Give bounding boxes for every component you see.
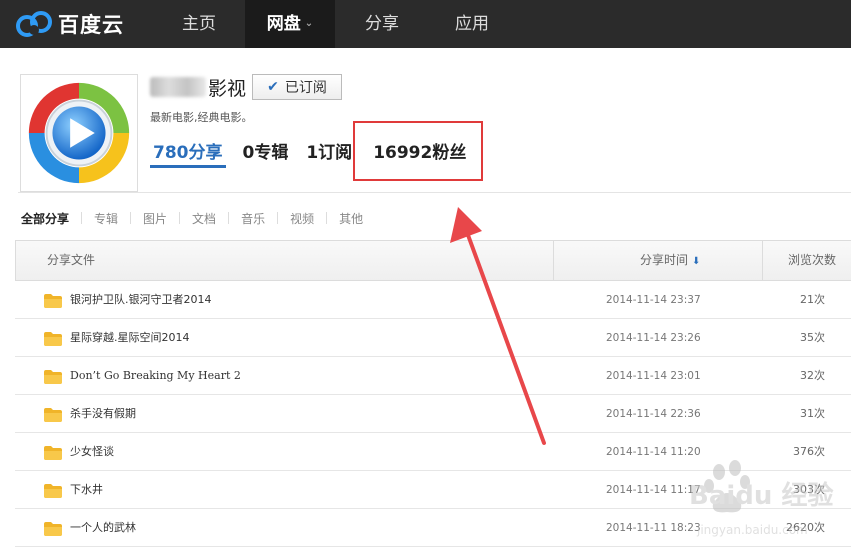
chevron-down-icon: ⌄ — [304, 18, 314, 29]
shared-files-table: 分享文件 分享时间 ⬇ 浏览次数 银河护卫队.银河守卫者2014 2014-11-1… — [15, 240, 851, 547]
blurred-username — [150, 77, 206, 97]
profile-name-suffix: 影视 — [208, 77, 247, 100]
highlight-box — [353, 121, 483, 181]
nav-home[interactable]: 主页 — [154, 0, 244, 48]
view-count: 32次 — [800, 369, 825, 382]
folder-icon — [44, 408, 62, 422]
profile-bio: 最新电影,经典电影。 — [150, 111, 253, 124]
red-arrow-annotation — [450, 207, 546, 445]
view-count: 376次 — [793, 445, 825, 458]
filter-tab-all[interactable]: 全部分享 — [21, 210, 69, 227]
file-name-link[interactable]: 下水井 — [70, 471, 103, 509]
filter-tab-other[interactable]: 其他 — [339, 210, 363, 227]
cloud-logo-icon — [16, 11, 52, 37]
file-name-link[interactable]: 星际穿越.星际空间2014 — [70, 319, 190, 357]
stat-shares[interactable]: 780分享 — [150, 134, 226, 168]
nav-netdisk-label: 网盘 — [266, 14, 301, 34]
baidu-cloud-logo[interactable]: 百度云 — [14, 8, 124, 40]
file-name-link[interactable]: 少女怪谈 — [70, 433, 114, 471]
folder-icon — [44, 332, 62, 346]
table-row[interactable]: 少女怪谈 2014-11-14 11:20 376次 — [15, 433, 851, 471]
filter-tab-albums[interactable]: 专辑 — [94, 210, 118, 227]
column-divider — [762, 241, 763, 280]
share-time: 2014-11-14 11:17 — [606, 484, 701, 496]
file-name-link[interactable]: Don’t Go Breaking My Heart 2 — [70, 357, 241, 395]
tab-divider — [326, 212, 328, 224]
folder-icon — [44, 446, 62, 460]
media-player-logo-icon — [28, 82, 130, 184]
tab-divider — [228, 212, 230, 224]
profile-name: 影视 — [150, 74, 246, 100]
view-count: 21次 — [800, 293, 825, 306]
nav-apps[interactable]: 应用 — [427, 0, 517, 48]
folder-icon — [44, 370, 62, 384]
file-name-link[interactable]: 杀手没有假期 — [70, 395, 136, 433]
folder-icon — [44, 522, 62, 536]
filter-tab-videos[interactable]: 视频 — [290, 210, 314, 227]
table-row[interactable]: Don’t Go Breaking My Heart 2 2014-11-14 2… — [15, 357, 851, 395]
sort-down-icon: ⬇ — [692, 256, 701, 267]
share-time: 2014-11-14 22:36 — [606, 408, 701, 420]
table-row[interactable]: 一个人的武林 2014-11-11 18:23 2620次 — [15, 509, 851, 547]
share-time: 2014-11-11 18:23 — [606, 522, 701, 534]
avatar[interactable] — [20, 74, 138, 192]
view-count: 31次 — [800, 407, 825, 420]
table-body: 银河护卫队.银河守卫者2014 2014-11-14 23:37 21次星际穿越.星… — [15, 281, 851, 547]
folder-icon — [44, 484, 62, 498]
tab-divider — [81, 212, 83, 224]
profile-divider — [18, 192, 851, 193]
filter-tab-documents[interactable]: 文档 — [192, 210, 216, 227]
share-time: 2014-11-14 23:01 — [606, 370, 701, 382]
subscribed-label: 已订阅 — [284, 80, 327, 96]
header-file[interactable]: 分享文件 — [47, 241, 95, 280]
share-time: 2014-11-14 23:26 — [606, 332, 701, 344]
stat-albums[interactable]: 0专辑 — [240, 134, 292, 168]
view-count: 303次 — [793, 483, 825, 496]
table-header: 分享文件 分享时间 ⬇ 浏览次数 — [15, 240, 851, 281]
folder-icon — [44, 294, 62, 308]
nav-share[interactable]: 分享 — [337, 0, 427, 48]
tab-divider — [277, 212, 279, 224]
filter-tab-music[interactable]: 音乐 — [241, 210, 265, 227]
header-time-label: 分享时间 — [640, 253, 689, 267]
header-views[interactable]: 浏览次数 — [788, 241, 836, 280]
tab-divider — [179, 212, 181, 224]
file-name-link[interactable]: 一个人的武林 — [70, 509, 136, 547]
share-time: 2014-11-14 11:20 — [606, 446, 701, 458]
logo-text: 百度云 — [58, 13, 124, 37]
nav-home-label: 主页 — [182, 14, 216, 34]
nav-netdisk[interactable]: 网盘 ⌄ — [245, 0, 335, 48]
file-name-link[interactable]: 银河护卫队.银河守卫者2014 — [70, 281, 212, 319]
table-row[interactable]: 杀手没有假期 2014-11-14 22:36 31次 — [15, 395, 851, 433]
top-navbar: 百度云 主页 网盘 ⌄ 分享 应用 — [0, 0, 851, 48]
subscribed-button[interactable]: ✔ 已订阅 — [252, 74, 342, 100]
tab-divider — [130, 212, 132, 224]
view-count: 35次 — [800, 331, 825, 344]
table-row[interactable]: 星际穿越.星际空间2014 2014-11-14 23:26 35次 — [15, 319, 851, 357]
nav-apps-label: 应用 — [455, 14, 489, 34]
check-icon: ✔ — [267, 79, 279, 95]
nav-share-label: 分享 — [365, 14, 399, 34]
header-time[interactable]: 分享时间 ⬇ — [640, 241, 700, 280]
view-count: 2620次 — [786, 521, 825, 534]
stat-subscriptions[interactable]: 1订阅 — [303, 134, 355, 168]
share-time: 2014-11-14 23:37 — [606, 294, 701, 306]
filter-tabs: 全部分享 专辑 图片 文档 音乐 视频 其他 — [21, 208, 363, 228]
table-row[interactable]: 银河护卫队.银河守卫者2014 2014-11-14 23:37 21次 — [15, 281, 851, 319]
filter-tab-images[interactable]: 图片 — [143, 210, 167, 227]
table-row[interactable]: 下水井 2014-11-14 11:17 303次 — [15, 471, 851, 509]
